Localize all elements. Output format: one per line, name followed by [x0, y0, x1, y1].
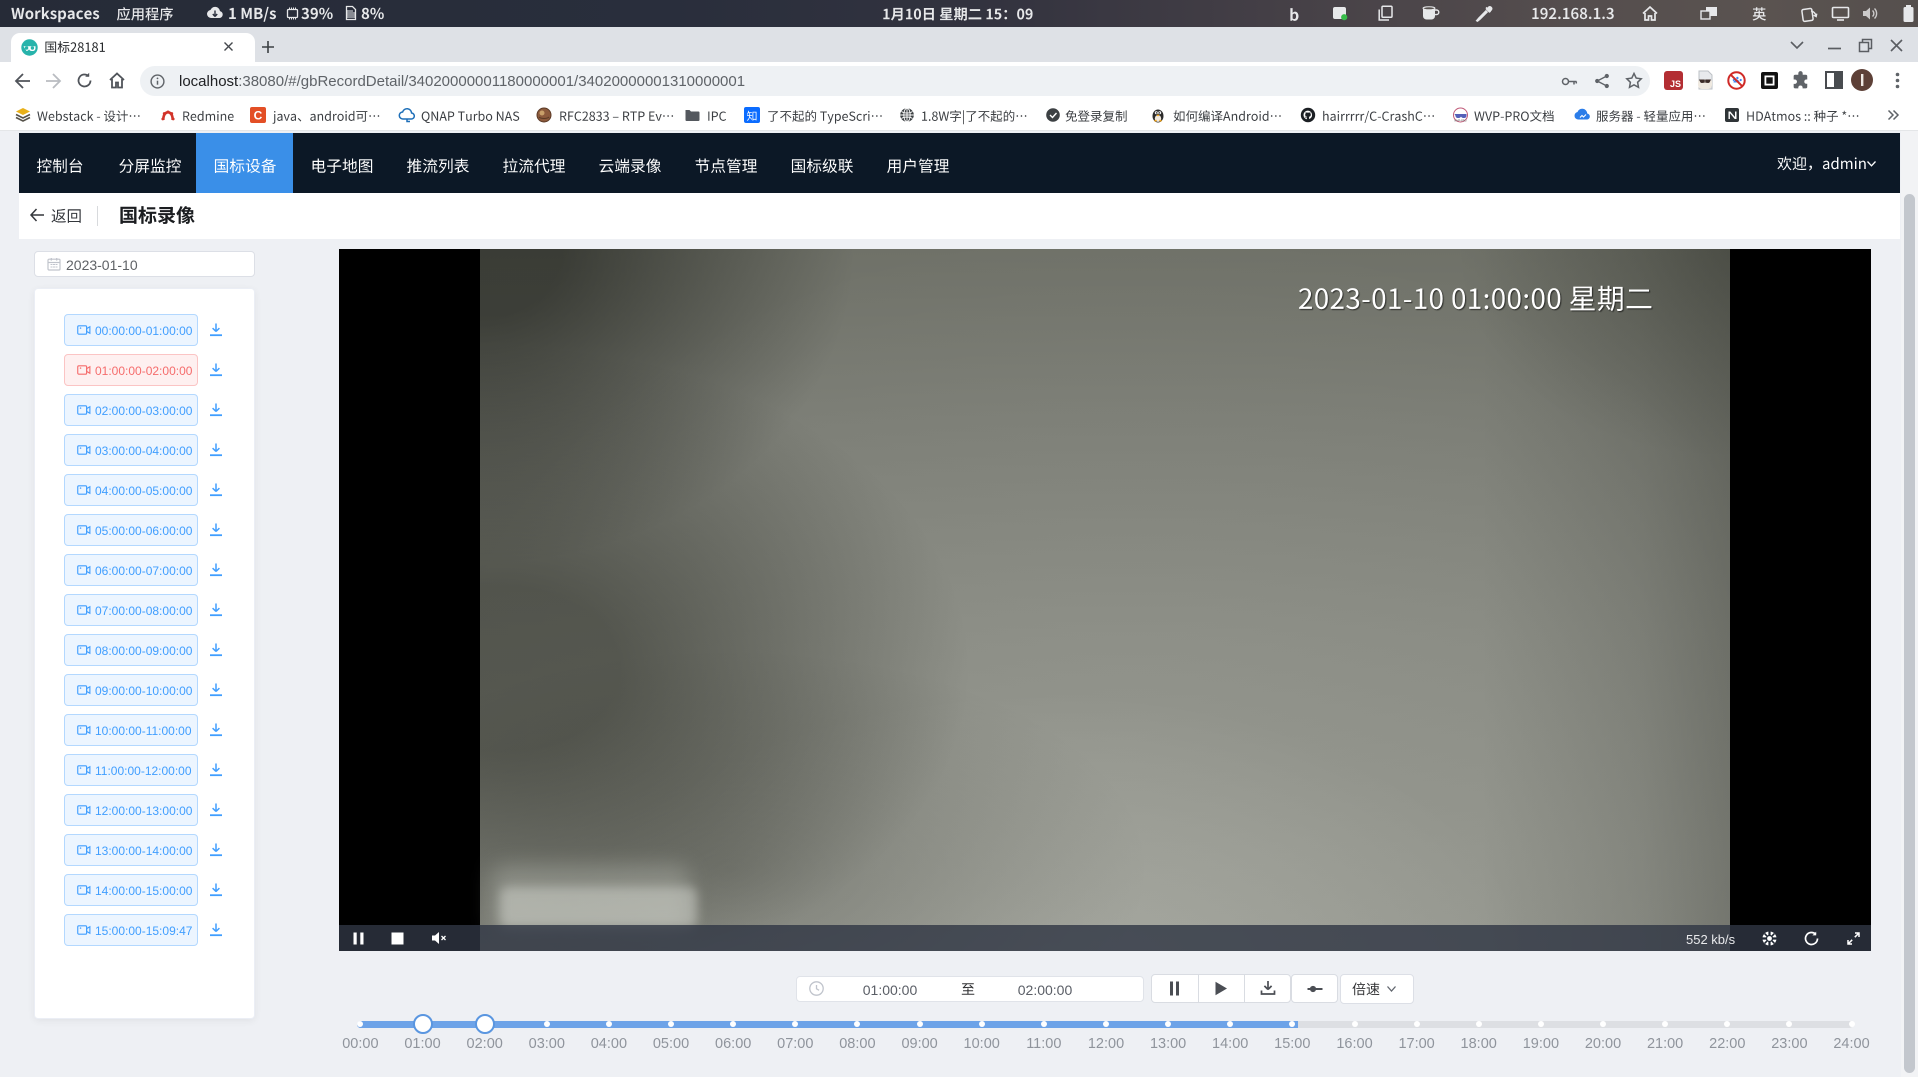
svg-text:C: C [254, 109, 263, 123]
svg-text:WVP-PRO: WVP-PRO [1454, 119, 1466, 123]
